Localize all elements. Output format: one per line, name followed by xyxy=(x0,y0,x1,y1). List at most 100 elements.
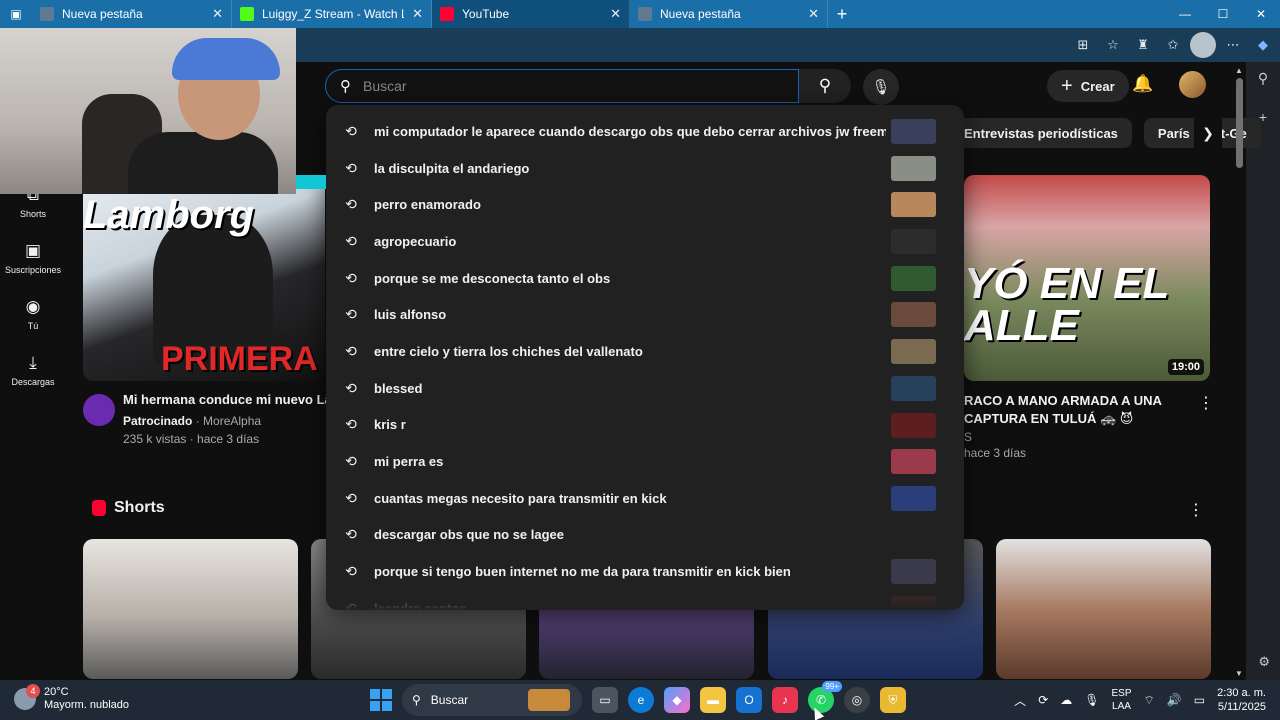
video-stats: 235 k vistas · hace 3 días xyxy=(123,432,260,446)
weather-desc: Mayorm. nublado xyxy=(44,699,129,711)
tab-youtube[interactable]: YouTube ✕ xyxy=(432,0,630,28)
extensions-icon[interactable]: ♜ xyxy=(1130,32,1156,58)
chips-next-arrow-icon[interactable]: ❯ xyxy=(1194,118,1222,148)
edge-icon[interactable]: e xyxy=(628,687,654,713)
video-title[interactable]: RACO A MANO ARMADA A UNA CAPTURA EN TULU… xyxy=(964,392,1210,428)
favorite-star-icon[interactable]: ☆ xyxy=(1100,32,1126,58)
outlook-icon[interactable]: O xyxy=(736,687,762,713)
task-view-icon[interactable]: ▭ xyxy=(592,687,618,713)
suggestion-item[interactable]: ⟲ mi perra es xyxy=(326,443,964,480)
suggestion-item[interactable]: ⟲ blessed xyxy=(326,370,964,407)
suggestion-thumbnail xyxy=(891,559,936,585)
page-scrollbar[interactable]: ▲ ▼ xyxy=(1234,66,1246,678)
mic-tray-icon[interactable]: 🎙 xyxy=(1084,693,1099,707)
downloads-icon: ⤓ xyxy=(29,353,37,372)
tab-new-tab-2[interactable]: Nueva pestaña ✕ xyxy=(630,0,828,28)
tab-kick-stream[interactable]: Luiggy_Z Stream - Watch Live on ✕ xyxy=(232,0,432,28)
scroll-down-icon[interactable]: ▼ xyxy=(1235,669,1243,678)
guide-item-you[interactable]: ◉ Tú xyxy=(26,297,41,331)
subscriptions-icon: ▣ xyxy=(24,241,42,260)
copilot-app-icon[interactable]: ◆ xyxy=(664,687,690,713)
suggestion-item[interactable]: ⟲ entre cielo y tierra los chiches del va… xyxy=(326,333,964,370)
whatsapp-unread-count: 99+ xyxy=(822,681,842,692)
short-thumbnail[interactable] xyxy=(83,539,298,679)
file-explorer-icon[interactable]: ▬ xyxy=(700,687,726,713)
copilot-icon[interactable]: ◆ xyxy=(1250,32,1276,58)
favorites-icon[interactable]: ✩ xyxy=(1160,32,1186,58)
create-button[interactable]: + Crear xyxy=(1047,70,1129,102)
suggestion-item[interactable]: ⟲ kris r xyxy=(326,407,964,444)
scrollbar-thumb[interactable] xyxy=(1236,78,1243,168)
guide-item-subscriptions[interactable]: ▣ Suscripciones xyxy=(5,241,61,275)
suggestion-item[interactable]: ⟲ mi computador le aparece cuando descarg… xyxy=(326,113,964,150)
video-title[interactable]: Mi hermana conduce mi nuevo La xyxy=(123,392,332,407)
new-tab-favicon-icon xyxy=(40,7,54,21)
sync-icon[interactable]: ⟳ xyxy=(1038,693,1048,707)
clock[interactable]: 2:30 a. m. 5/11/2025 xyxy=(1217,686,1266,714)
guide-item-downloads[interactable]: ⤓ Descargas xyxy=(11,353,54,387)
close-window-button[interactable]: ✕ xyxy=(1242,0,1280,28)
volume-icon[interactable]: 🔊 xyxy=(1167,693,1182,707)
sidebar-search-icon[interactable]: ⚲ xyxy=(1258,70,1268,87)
tiktok-icon[interactable]: ♪ xyxy=(772,687,798,713)
kick-favicon-icon xyxy=(240,7,254,21)
youtube-favicon-icon xyxy=(440,7,454,21)
settings-gear-icon[interactable]: ⚙ xyxy=(1258,654,1270,670)
search-box[interactable]: ⚲ xyxy=(325,69,799,103)
windows-start-icon[interactable] xyxy=(370,689,392,711)
channel-name[interactable]: MoreAlpha xyxy=(203,414,261,428)
chip-entrevistas[interactable]: Entrevistas periodísticas xyxy=(950,118,1132,148)
suggestion-item[interactable]: ⟲ cuantas megas necesito para transmitir … xyxy=(326,480,964,517)
obs-icon[interactable]: ◎ xyxy=(844,687,870,713)
suggestion-item[interactable]: ⟲ perro enamorado xyxy=(326,186,964,223)
tab-close-icon[interactable]: ✕ xyxy=(212,6,223,22)
security-shield-icon[interactable]: ⛨ xyxy=(880,687,906,713)
more-icon[interactable]: ⋯ xyxy=(1220,32,1246,58)
suggestion-item[interactable]: ⟲ descargar obs que no se lagee xyxy=(326,517,964,554)
new-tab-button[interactable]: + xyxy=(828,0,856,28)
guide-label: Tú xyxy=(27,321,39,331)
windows-taskbar: 4 20°C Mayorm. nublado ⚲ Buscar ▭ e ◆ ▬ … xyxy=(0,680,1280,720)
video-thumbnail-left[interactable]: Lamborg PRIMERA V xyxy=(83,175,325,381)
video-thumbnail-right[interactable]: YÓ EN EL ALLE 19:00 xyxy=(964,175,1210,381)
weather-badge: 4 xyxy=(26,684,40,698)
apps-icon[interactable]: ⊞ xyxy=(1070,32,1096,58)
short-thumbnail[interactable] xyxy=(996,539,1211,679)
account-avatar[interactable] xyxy=(1179,71,1206,98)
onedrive-icon[interactable]: ☁ xyxy=(1060,693,1072,707)
video-stats: hace 3 días xyxy=(964,446,1027,460)
shorts-menu-icon[interactable]: ⋮ xyxy=(1188,500,1204,520)
search-input[interactable] xyxy=(363,78,763,94)
video-menu-icon[interactable]: ⋮ xyxy=(1198,393,1214,413)
input-language[interactable]: ESP LAA xyxy=(1111,687,1131,713)
tab-actions-icon[interactable]: ▣ xyxy=(0,0,32,28)
suggestion-item[interactable]: ⟲ la disculpita el andariego xyxy=(326,150,964,187)
suggestion-thumbnail xyxy=(891,119,936,144)
tab-close-icon[interactable]: ✕ xyxy=(808,6,819,22)
search-button[interactable]: ⚲ xyxy=(799,69,851,103)
maximize-button[interactable]: ☐ xyxy=(1204,0,1242,28)
profile-icon[interactable] xyxy=(1190,32,1216,58)
voice-search-button[interactable]: 🎙 xyxy=(863,69,899,105)
tab-close-icon[interactable]: ✕ xyxy=(610,6,621,22)
battery-icon[interactable]: ▭ xyxy=(1194,693,1205,707)
tab-close-icon[interactable]: ✕ xyxy=(412,6,423,22)
overlay-accent-strip xyxy=(296,175,326,189)
notifications-bell-icon[interactable]: 🔔 xyxy=(1132,74,1153,94)
thumbnail-text: PRIMERA V xyxy=(161,340,325,378)
tray-chevron-icon[interactable]: ︿ xyxy=(1014,692,1026,709)
taskbar-search[interactable]: ⚲ Buscar xyxy=(402,684,582,716)
tab-new-tab-1[interactable]: Nueva pestaña ✕ xyxy=(32,0,232,28)
suggestion-item[interactable]: ⟲ porque se me desconecta tanto el obs xyxy=(326,260,964,297)
channel-avatar[interactable] xyxy=(83,394,115,426)
minimize-button[interactable]: — xyxy=(1166,0,1204,28)
window-controls: — ☐ ✕ xyxy=(1166,0,1280,28)
wifi-icon[interactable]: ⌔ xyxy=(1144,693,1155,708)
suggestion-item[interactable]: ⟲ agropecuario xyxy=(326,223,964,260)
channel-name[interactable]: S xyxy=(964,430,1210,444)
suggestion-item[interactable]: ⟲ luis alfonso xyxy=(326,296,964,333)
suggestion-text: mi perra es xyxy=(374,454,444,470)
clock-time: 2:30 a. m. xyxy=(1217,687,1266,699)
scroll-up-icon[interactable]: ▲ xyxy=(1235,66,1243,75)
weather-widget[interactable]: 4 20°C Mayorm. nublado xyxy=(14,684,129,712)
